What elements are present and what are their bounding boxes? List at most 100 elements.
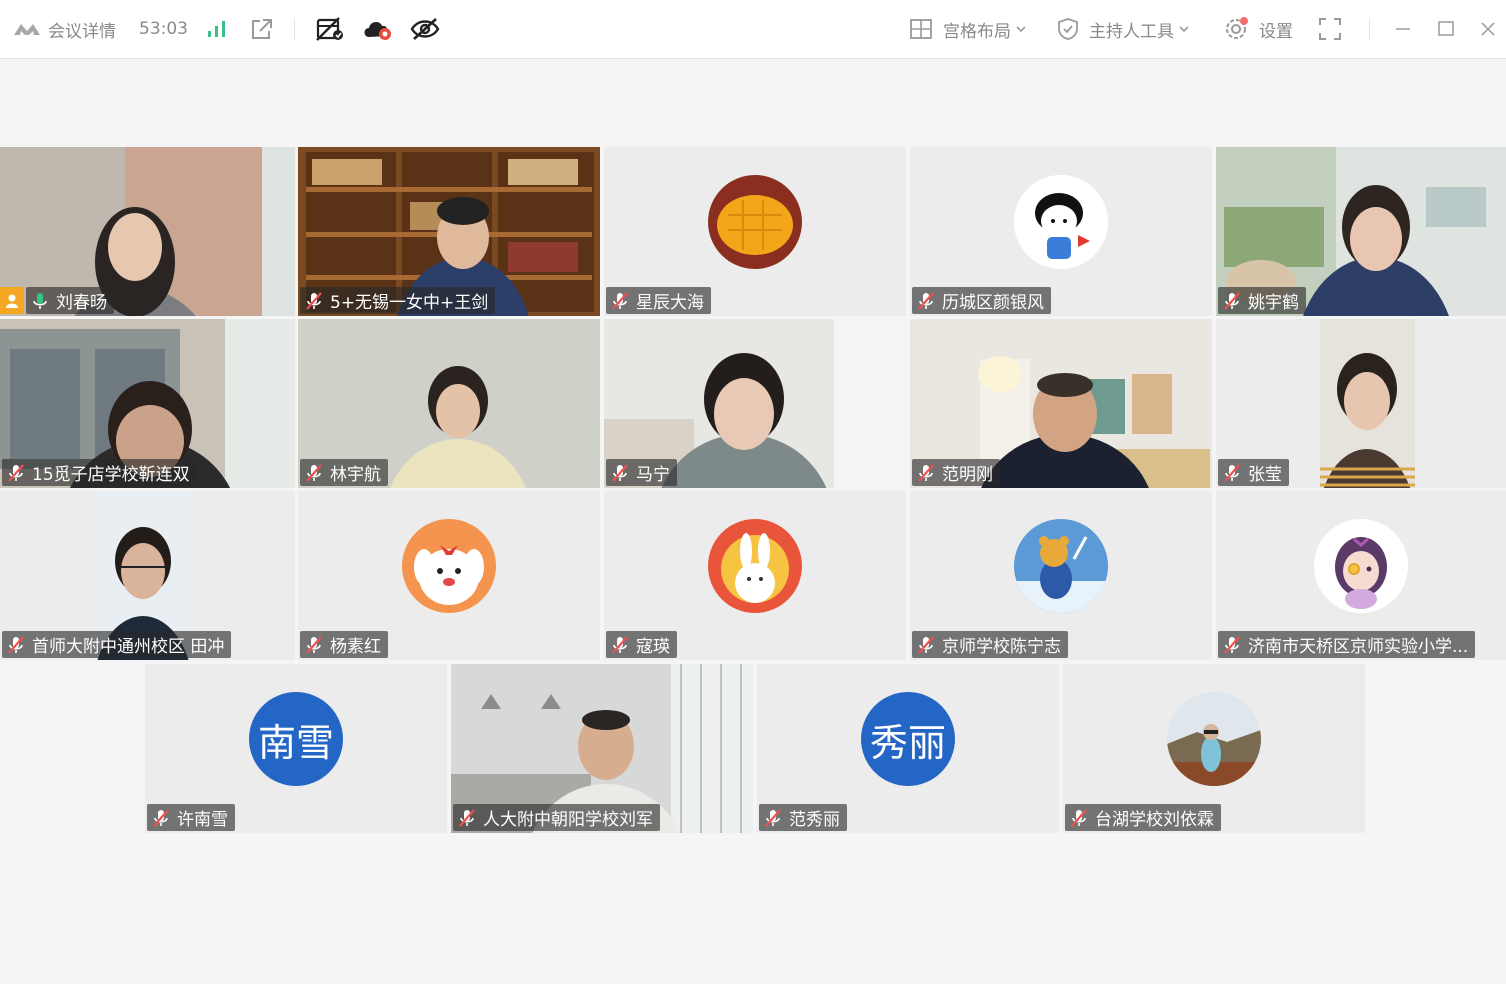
meeting-details-button[interactable]: 会议详情 [12,0,116,58]
participant-nametag: 台湖学校刘依霖 [1065,804,1221,831]
mic-muted-icon [457,808,477,828]
gear-icon [1223,16,1249,42]
participant-nametag: 5+无锡一女中+王剑 [300,287,496,314]
share-external-icon[interactable] [250,0,274,58]
recording-off-icon[interactable] [315,0,345,58]
participant-name: 姚宇鹤 [1248,293,1299,313]
participant-name: 济南市天桥区京师实验小学... [1248,637,1469,657]
mic-muted-icon [763,808,783,828]
cloud-record-icon[interactable] [361,0,393,58]
participant-nametag: 京师学校陈宁志 [912,631,1068,658]
video-tile[interactable]: 林宇航 [298,319,600,488]
mic-muted-icon [1222,463,1242,483]
cartoon-girl-avatar [1014,175,1108,269]
chevron-down-icon [1178,25,1190,33]
participant-name: 历城区颜银风 [942,293,1044,313]
bear-ski-avatar [1014,519,1108,613]
video-tile[interactable]: 杨素红 [298,491,600,660]
hide-video-icon[interactable] [409,0,441,58]
minimize-icon[interactable] [1394,0,1412,58]
mic-muted-icon [1222,635,1242,655]
mic-on-icon [30,291,50,311]
layout-dropdown[interactable]: 宫格布局 [909,0,1027,58]
participant-name: 许南雪 [177,810,228,830]
video-tile[interactable]: 15觅子店学校靳连双 [0,319,295,488]
video-tile[interactable]: 张莹 [1216,319,1506,488]
participant-nametag: 林宇航 [300,459,388,486]
mic-muted-icon [610,291,630,311]
mic-muted-icon [916,635,936,655]
participant-nametag: 历城区颜银风 [912,287,1051,314]
initials-avatar: 秀丽 [861,692,955,786]
participant-name: 杨素红 [330,637,381,657]
participant-nametag: 星辰大海 [606,287,711,314]
landscape-photo-avatar [1167,692,1261,786]
meeting-details-label: 会议详情 [48,21,116,42]
participant-nametag: 人大附中朝阳学校刘军 [453,804,660,831]
video-tile[interactable]: 台湖学校刘依霖 [1063,664,1365,833]
mic-muted-icon [610,463,630,483]
video-tile[interactable]: 刘春旸 [0,147,295,316]
participant-name: 星辰大海 [636,293,704,313]
grid-layout-icon [909,18,933,40]
participant-name: 范秀丽 [789,810,840,830]
mic-muted-icon [916,291,936,311]
maximize-icon[interactable] [1437,0,1455,58]
mic-muted-icon [304,291,324,311]
video-tile[interactable]: 5+无锡一女中+王剑 [298,147,600,316]
participant-name: 寇瑛 [636,637,670,657]
mic-muted-icon [610,635,630,655]
tencent-meeting-logo-icon [12,21,42,37]
participant-name: 首师大附中通州校区 田冲 [32,637,225,657]
participant-name: 5+无锡一女中+王剑 [330,293,489,313]
close-icon[interactable] [1479,0,1497,58]
video-tile[interactable]: 秀丽 范秀丽 [757,664,1059,833]
participant-nametag: 15觅子店学校靳连双 [2,459,197,486]
mic-muted-icon [6,635,26,655]
video-tile[interactable]: 星辰大海 [604,147,906,316]
participant-name: 刘春旸 [56,293,107,313]
participant-name: 15觅子店学校靳连双 [32,465,190,485]
fullscreen-icon[interactable] [1318,0,1342,58]
settings-label: 设置 [1259,21,1293,42]
settings-button[interactable]: 设置 [1223,0,1293,58]
video-tile[interactable]: 首师大附中通州校区 田冲 [0,491,295,660]
video-tile[interactable]: 历城区颜银风 [910,147,1212,316]
participant-name: 范明刚 [942,465,993,485]
signal-strength-icon[interactable] [206,0,228,58]
host-tools-dropdown[interactable]: 主持人工具 [1057,0,1190,58]
initials-avatar: 南雪 [249,692,343,786]
shield-icon [1057,17,1079,41]
participant-nametag: 姚宇鹤 [1218,287,1306,314]
chevron-down-icon [1015,25,1027,33]
participant-nametag: 刘春旸 [26,287,114,314]
video-tile[interactable]: 马宁 [604,319,906,488]
participant-name: 张莹 [1248,465,1282,485]
mango-avatar [708,175,802,269]
mic-muted-icon [6,463,26,483]
participant-name: 林宇航 [330,465,381,485]
participant-name: 马宁 [636,465,670,485]
layout-label: 宫格布局 [943,21,1011,42]
participant-nametag: 许南雪 [147,804,235,831]
mic-muted-icon [1069,808,1089,828]
video-tile[interactable]: 寇瑛 [604,491,906,660]
participant-nametag: 寇瑛 [606,631,677,658]
top-toolbar: 会议详情 53:03 宫格布局 主持人工具 设置 [0,0,1506,59]
rabbit-avatar [708,519,802,613]
puppy-avatar [402,519,496,613]
participant-nametag: 杨素红 [300,631,388,658]
mic-muted-icon [1222,291,1242,311]
video-tile[interactable]: 南雪 许南雪 [145,664,447,833]
participant-name: 京师学校陈宁志 [942,637,1061,657]
anime-girl-avatar [1314,519,1408,613]
host-tools-label: 主持人工具 [1089,21,1174,42]
mic-muted-icon [916,463,936,483]
participant-nametag: 范明刚 [912,459,1000,486]
video-tile[interactable]: 京师学校陈宁志 [910,491,1212,660]
video-tile[interactable]: 人大附中朝阳学校刘军 [451,664,753,833]
video-tile[interactable]: 范明刚 [910,319,1212,488]
video-tile[interactable]: 姚宇鹤 [1216,147,1506,316]
participant-nametag: 张莹 [1218,459,1289,486]
video-tile[interactable]: 济南市天桥区京师实验小学... [1216,491,1506,660]
